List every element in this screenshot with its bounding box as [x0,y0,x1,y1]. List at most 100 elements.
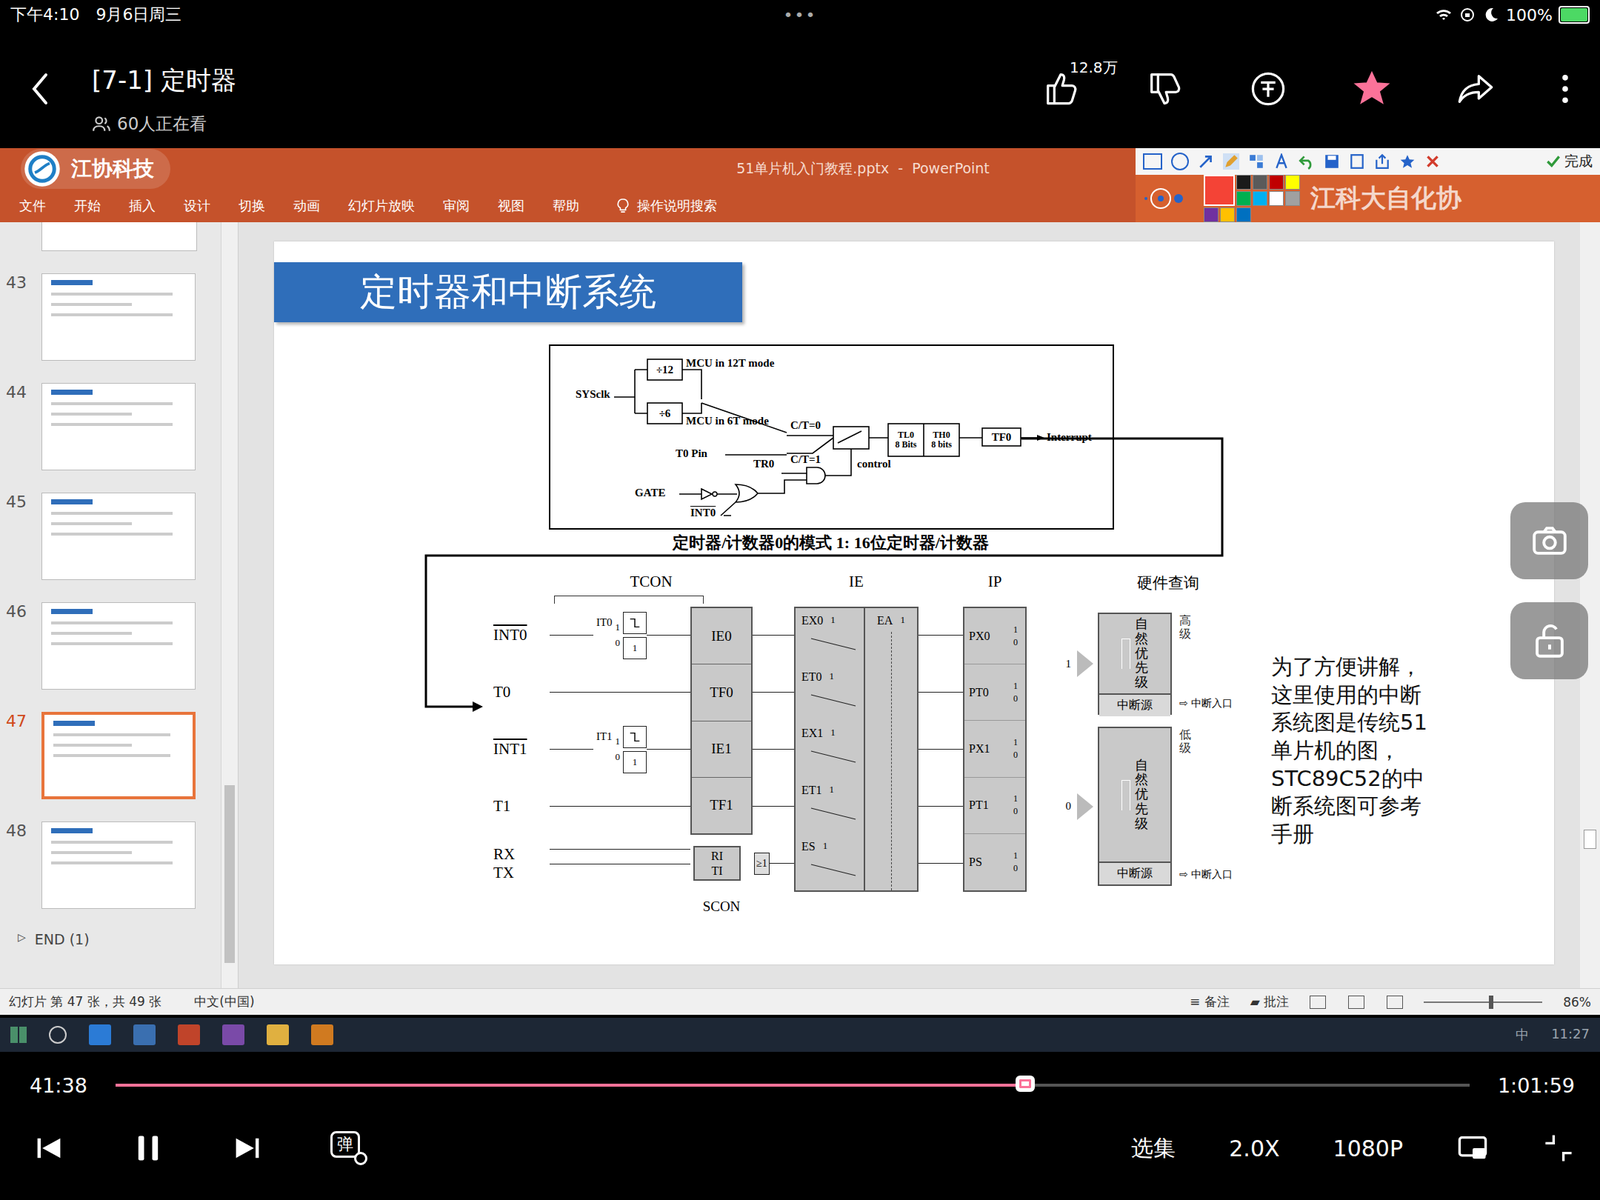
rectangle-tool-icon[interactable] [1142,153,1163,170]
slide-thumbnail[interactable] [41,382,196,471]
undo-icon[interactable] [1298,153,1315,170]
powerpoint-icon[interactable] [177,1024,200,1046]
next-icon[interactable] [231,1131,264,1165]
clock: 下午4:10 [10,3,80,26]
notes-button[interactable]: ≡ 备注 [1189,993,1230,1011]
video-frame[interactable]: 江协科技51单片机入门教程.pptx - PowerPoint文件开始插入设计切… [0,148,1600,1052]
slide-thumbnail[interactable] [41,711,196,800]
color-swatch[interactable] [1220,207,1235,223]
ribbon-tab[interactable]: 审阅 [442,197,470,215]
app-icon[interactable] [222,1024,245,1046]
color-swatch[interactable] [1268,174,1284,190]
export-icon[interactable] [1374,153,1391,170]
thumbs-down-icon[interactable] [1145,69,1184,109]
ribbon-tab[interactable]: 设计 [183,197,211,215]
slide-thumbnail-row[interactable]: 43 [0,273,221,361]
color-swatch[interactable] [1252,174,1268,190]
ribbon-tab[interactable]: 幻灯片放映 [348,197,415,215]
interrupt-flag: TF1 [691,777,752,834]
app-icon[interactable] [133,1024,156,1046]
speed-button[interactable]: 2.0X [1228,1135,1280,1162]
interrupt-entry: ⇨ 中断入口 [1179,868,1239,882]
mosaic-tool-icon[interactable] [1248,153,1265,170]
zoom-slider[interactable] [1423,1001,1543,1003]
back-arrow-icon[interactable] [29,70,52,108]
screenshot-button[interactable] [1510,502,1589,580]
slide-thumbnail[interactable] [41,602,196,690]
save-icon[interactable] [1323,153,1340,170]
pin-icon[interactable] [1348,153,1366,170]
tcon-header: TCON [549,572,753,604]
arrow-tool-icon[interactable] [1197,153,1215,170]
app-icon[interactable] [311,1024,334,1046]
sorter-view-icon[interactable] [1348,995,1365,1009]
color-swatch[interactable] [1203,207,1219,223]
reading-view-icon[interactable] [1386,995,1403,1009]
ribbon-tab[interactable]: 帮助 [552,197,580,215]
color-swatch[interactable] [1285,174,1300,190]
pen-tool-icon[interactable] [1222,153,1240,170]
brand-logo-icon [23,150,61,188]
slide-thumbnail[interactable] [41,492,196,580]
progress-bar[interactable] [115,1083,1470,1087]
color-swatch[interactable] [1268,191,1284,206]
star-tool-icon[interactable] [1399,153,1416,170]
ribbon-tab[interactable]: 切换 [238,197,266,215]
ribbon-tab[interactable]: 文件 [19,197,46,215]
slide-thumbnail-row[interactable]: 47 [0,711,221,800]
share-icon[interactable] [1456,69,1495,109]
pen-size-small[interactable] [1144,197,1148,200]
color-swatch[interactable] [1236,207,1252,223]
text-tool-icon[interactable] [1273,153,1290,170]
zoom-level[interactable]: 86% [1562,994,1592,1010]
slide-thumbnail-row[interactable]: 46 [0,602,221,690]
danmaku-toggle[interactable]: 弹 [330,1131,368,1166]
ribbon-tab[interactable]: 插入 [128,197,156,215]
section-end[interactable]: ▷END (1) [0,931,221,948]
windows-start-icon[interactable] [10,1026,27,1043]
fullscreen-exit-icon[interactable] [1542,1131,1575,1165]
like-button[interactable]: 12.8万 [1041,69,1080,109]
edge-icon[interactable] [88,1024,112,1046]
color-swatch[interactable] [1236,191,1252,206]
slide-thumbnail[interactable] [41,273,196,361]
cancel-icon[interactable] [1424,153,1441,170]
slide-thumbnail-row[interactable]: 45 [0,492,221,580]
slide-thumbnail[interactable] [41,821,196,909]
favorite-star-icon[interactable] [1352,69,1392,109]
folder-icon[interactable] [266,1024,289,1046]
thumbnail-scrollbar[interactable] [220,222,238,989]
normal-view-icon[interactable] [1309,995,1326,1009]
duration: 1:01:59 [1497,1074,1575,1098]
interrupt-entry: ⇨ 中断入口 [1179,697,1239,711]
ribbon-tab[interactable]: 开始 [74,197,101,215]
cast-icon[interactable] [1456,1131,1489,1165]
more-icon[interactable] [1560,69,1571,109]
ribbon-tab[interactable]: 视图 [497,197,525,215]
color-swatch[interactable] [1203,174,1235,206]
coin-icon[interactable] [1248,69,1288,109]
pen-size-large[interactable] [1174,194,1183,203]
episodes-button[interactable]: 选集 [1131,1133,1176,1164]
done-button[interactable]: 完成 [1545,151,1593,172]
slide-thumbnail[interactable] [41,222,198,252]
ellipse-tool-icon[interactable] [1171,152,1189,171]
pause-icon[interactable] [131,1131,165,1165]
comments-button[interactable]: ▰ 批注 [1250,993,1289,1011]
multitask-dots[interactable]: ••• [783,5,818,25]
slide-thumbnail-row[interactable]: 48 [0,821,221,909]
color-swatch[interactable] [1252,191,1268,206]
quality-button[interactable]: 1080P [1333,1135,1403,1162]
color-swatch[interactable] [1285,191,1300,206]
slide-thumbnail-row[interactable]: 44 [0,382,221,471]
tl0-register: TL08 Bits [888,423,924,457]
color-swatch[interactable] [1236,174,1252,190]
tell-me-search[interactable]: 操作说明搜索 [616,197,718,215]
ribbon-tab[interactable]: 动画 [293,197,320,215]
lock-button[interactable] [1510,602,1589,680]
input-method[interactable]: 中 [1515,1025,1529,1044]
previous-icon[interactable] [32,1131,66,1165]
pen-size-medium[interactable] [1157,195,1164,202]
search-icon[interactable] [48,1025,67,1044]
progress-knob[interactable] [1015,1075,1035,1092]
